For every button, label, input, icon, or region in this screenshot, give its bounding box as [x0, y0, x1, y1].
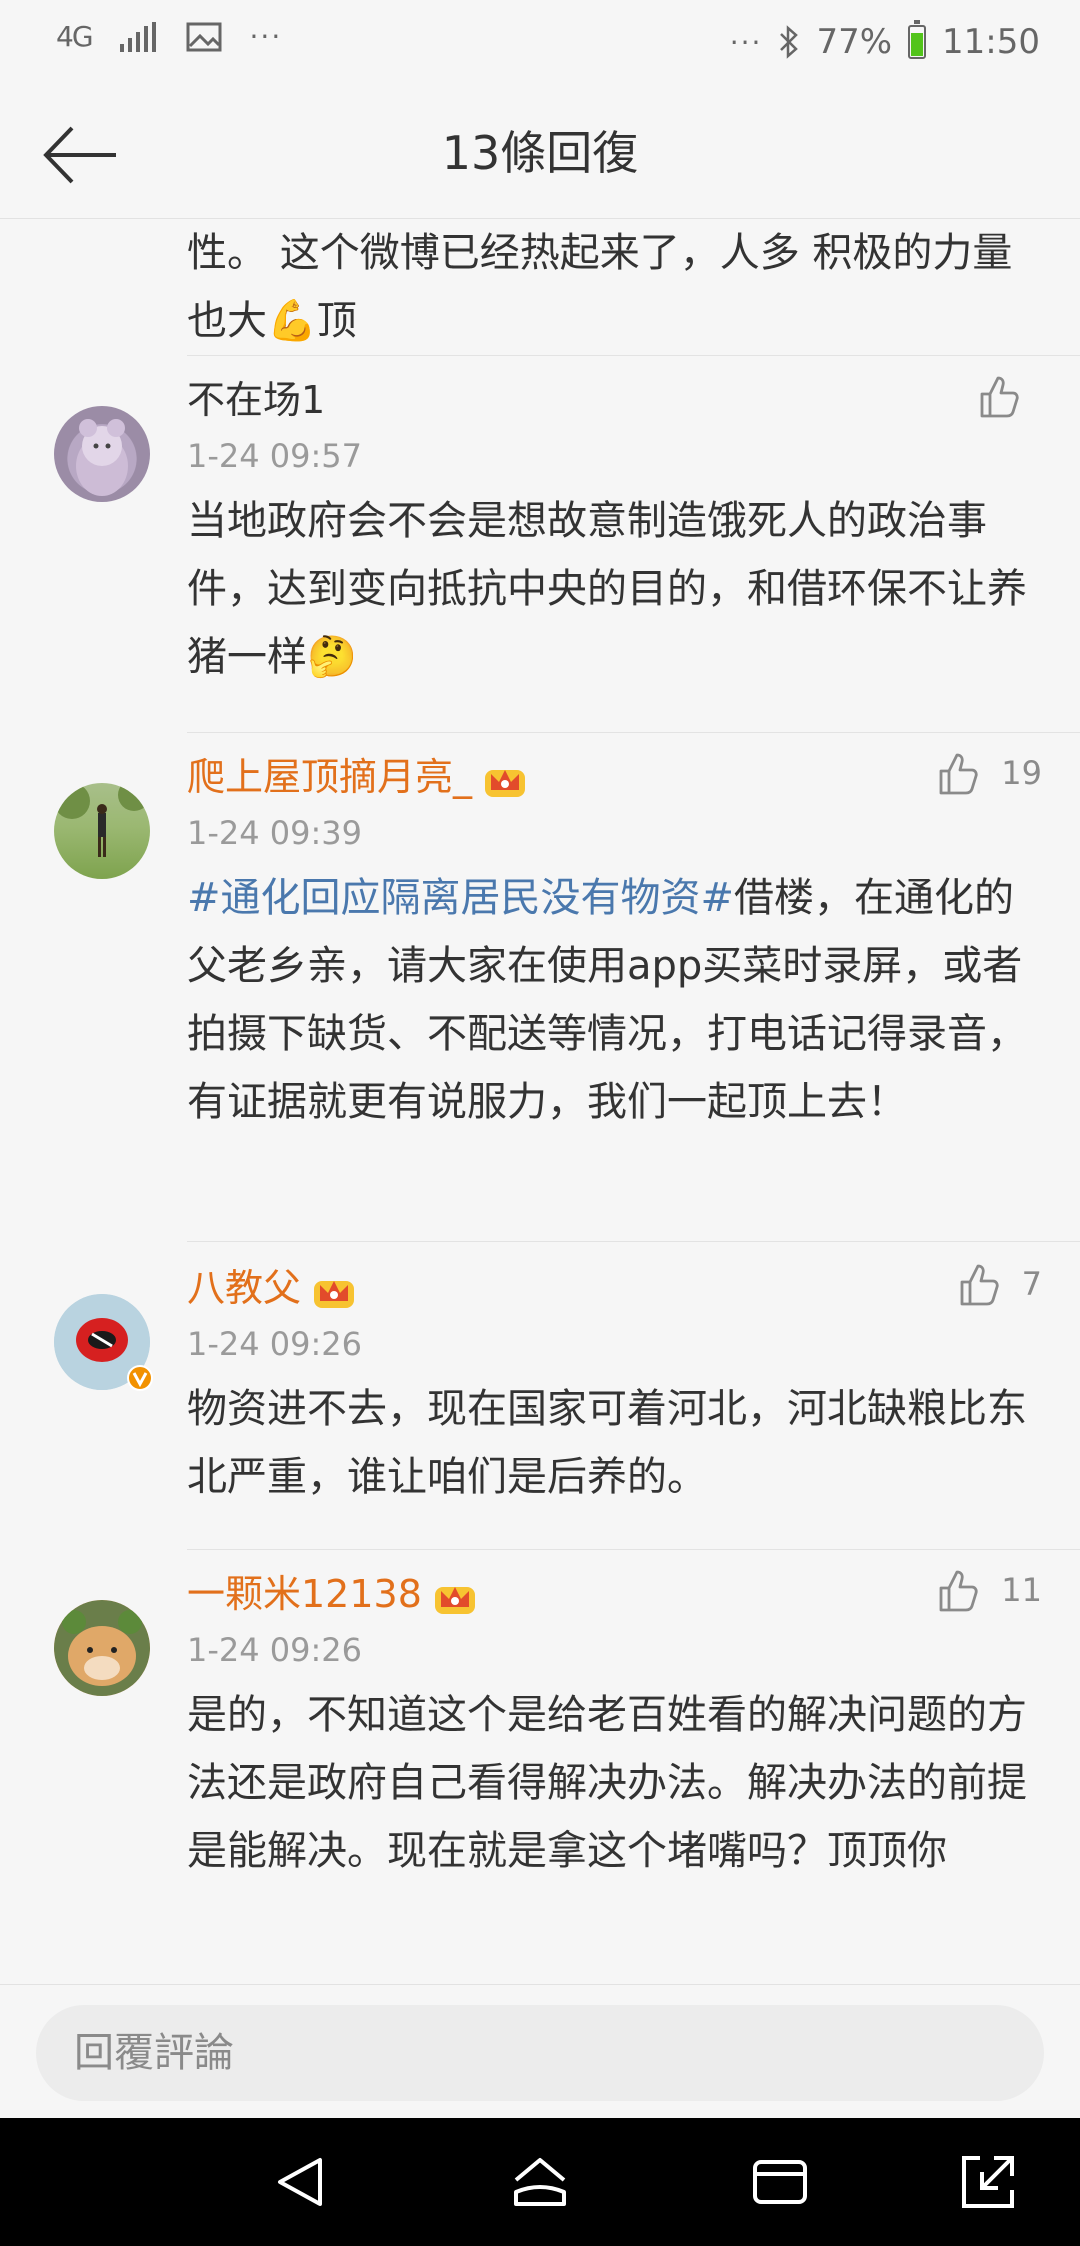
avatar[interactable]	[54, 783, 150, 879]
thumbs-up-icon	[960, 1264, 999, 1306]
comment-text: 物资进不去，现在国家可着河北，河北缺粮比东北严重，谁让咱们是后养的。	[187, 1386, 1027, 1500]
user-name-text[interactable]: 一颗米12138	[187, 1572, 422, 1616]
user-name[interactable]: 爬上屋顶摘月亮_	[187, 751, 528, 803]
avatar[interactable]	[54, 406, 150, 502]
network-type: 4G	[56, 19, 93, 53]
battery-icon	[908, 20, 927, 59]
more-status-icon: ···	[729, 25, 763, 59]
nav-home-icon[interactable]	[510, 2152, 570, 2212]
like-button[interactable]: 7	[956, 1260, 1042, 1308]
battery-percent: 77%	[816, 22, 893, 62]
nav-screenshot-icon[interactable]	[958, 2152, 1018, 2212]
gallery-icon	[186, 22, 222, 51]
user-name[interactable]: 八教父	[187, 1262, 357, 1314]
verified-badge-icon	[127, 1365, 153, 1391]
comment-time: 1-24 09:26	[187, 1631, 363, 1669]
like-count: 19	[1001, 754, 1042, 792]
nav-back-icon[interactable]	[272, 2152, 332, 2212]
hashtag-link[interactable]: #通化回应隔离居民没有物资#	[187, 875, 734, 921]
vip-crown-icon	[485, 769, 526, 797]
system-nav-bar	[0, 2118, 1080, 2246]
like-count: 11	[1001, 1571, 1042, 1609]
signal-icon	[119, 21, 156, 52]
avatar[interactable]	[54, 1600, 150, 1696]
vip-crown-icon	[434, 1586, 475, 1614]
user-name[interactable]: 不在场1	[187, 374, 325, 426]
like-button[interactable]	[976, 372, 1042, 420]
thumbs-up-icon	[980, 376, 1019, 418]
reply-bar: 回覆評論	[0, 1984, 1080, 2119]
vip-crown-icon	[314, 1280, 355, 1308]
bluetooth-icon	[780, 25, 799, 59]
comment-item[interactable]: 八教父 1-24 09:26 7 物资进不去，现在国家可着河北，河北缺粮比东北严…	[0, 1242, 1080, 1547]
comment-item[interactable]: 爬上屋顶摘月亮_ 1-24 09:39 19 #通化回应隔离居民没有物资#借楼，…	[0, 733, 1080, 1251]
user-name[interactable]: 一颗米12138	[187, 1568, 478, 1620]
comment-time: 1-24 09:57	[187, 437, 363, 475]
comment-time: 1-24 09:26	[187, 1325, 363, 1363]
like-count: 7	[1021, 1265, 1042, 1303]
clock: 11:50	[942, 22, 1040, 62]
status-left: 4G ···	[56, 20, 282, 53]
status-bar: 4G ··· ··· 77% 11:50	[0, 0, 1080, 90]
status-right: ··· 77% 11:50	[729, 20, 1040, 62]
comment-item[interactable]: 不在场1 1-24 09:57 当地政府会不会是想故意制造饿死人的政治事件，达到…	[0, 356, 1080, 729]
avatar[interactable]	[54, 1294, 153, 1391]
comment-time: 1-24 09:39	[187, 814, 363, 852]
thumbs-up-icon	[939, 753, 978, 795]
comment-list[interactable]: 性。 这个微博已经热起来了，人多 积极的力量也大💪顶 不在场1 1-24 09:…	[0, 219, 1080, 1984]
page-title: 13條回復	[441, 126, 639, 180]
thumbs-up-icon	[939, 1570, 978, 1612]
more-notifications-icon: ···	[249, 20, 283, 53]
continued-comment-text: 性。 这个微博已经热起来了，人多 积极的力量也大💪顶	[187, 230, 1013, 344]
like-button[interactable]: 19	[935, 749, 1042, 797]
nav-recents-icon[interactable]	[750, 2152, 810, 2212]
user-name-text[interactable]: 爬上屋顶摘月亮_	[187, 755, 472, 799]
comment-text: 当地政府会不会是想故意制造饿死人的政治事件，达到变向抵抗中央的目的，和借环保不让…	[187, 498, 1027, 680]
header: 13條回復	[0, 90, 1080, 219]
user-name-text[interactable]: 八教父	[187, 1266, 301, 1310]
comment-item[interactable]: 一颗米12138 1-24 09:26 11 是的，不知道这个是给老百姓看的解决…	[0, 1550, 1080, 1984]
comment-text: #通化回应隔离居民没有物资#借楼，在通化的父老乡亲，请大家在使用app买菜时录屏…	[187, 864, 1037, 1136]
comment-text: 是的，不知道这个是给老百姓看的解决问题的方法还是政府自己看得解决办法。解决办法的…	[187, 1692, 1027, 1874]
like-button[interactable]: 11	[935, 1566, 1042, 1614]
reply-input[interactable]: 回覆評論	[36, 2005, 1044, 2101]
